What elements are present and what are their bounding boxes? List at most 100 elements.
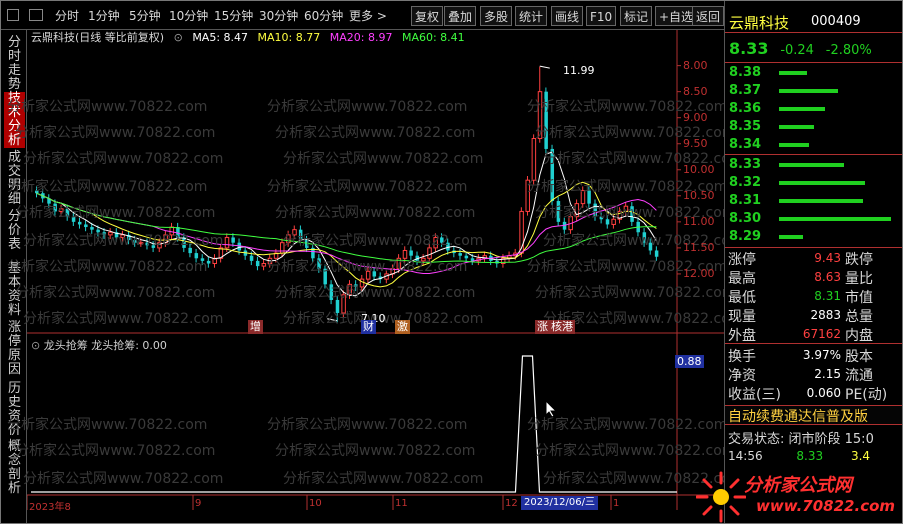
event-tag[interactable]: 财 [361,320,376,334]
toolbar-button-6[interactable]: 标记 [620,6,653,26]
watermark-text: 分析家公式网www.70822.com [23,233,224,249]
toolbar-button-1[interactable]: 叠加 [444,6,477,26]
watermark-text: 分析家公式网www.70822.com [7,99,208,115]
y-tick-label: 10.00 [683,162,715,176]
x-date-label: 10 [309,498,322,509]
book-price: 8.29 [729,229,762,244]
book-volume-bar [779,181,865,185]
watermark-text: 分析家公式网www.70822.com [267,259,468,275]
order-book-row[interactable]: 8.31 [729,193,899,210]
y-tick-label: 11.50 [683,240,715,254]
order-book-row[interactable]: 8.35 [729,119,899,136]
book-price: 8.32 [729,175,762,190]
watermark-text: 分析家公式网www.70822.com [23,311,224,327]
side-tab-0[interactable]: 分时走势 [4,36,25,92]
stat-label: 收益(三) [728,387,781,403]
period-tab-7[interactable]: 更多 > [349,6,387,26]
stat-value: 0.060 [806,386,841,400]
side-tab-5[interactable]: 涨停原因 [4,321,25,377]
quote-panel: 云鼎科技 000409 8.33 -0.24 -2.80% 8.38 8.37 8.… [724,1,902,523]
period-tab-2[interactable]: 5分钟 [129,6,161,26]
event-tag[interactable]: 增 [248,320,263,334]
event-tag[interactable]: 涨 [535,320,550,334]
stock-name: 云鼎科技 [729,14,790,32]
window-menu-icon[interactable] [7,9,19,21]
event-tag[interactable]: 激 [395,320,410,334]
watermark-text: 分析家公式网www.70822.com [267,99,468,115]
event-tag[interactable]: 核港 [549,320,575,334]
period-tab-0[interactable]: 分时 [55,6,79,26]
layout-toggle-icon[interactable] [29,9,43,21]
watermark-text: 分析家公式网www.70822.com [275,205,476,221]
book-volume-bar [779,125,814,129]
candle-body [237,242,242,251]
toolbar-button-8[interactable]: 返回 [692,6,725,26]
legend-icon[interactable]: ⊙ [174,31,183,44]
candle-body [77,221,82,225]
toolbar-button-7[interactable]: +自选 [655,6,698,26]
stock-title: 云鼎科技(日线 等比前复权) [31,31,165,44]
order-book-row[interactable]: 8.29 [729,229,899,246]
last-tick: 14:56 8.33 3.4 [728,449,870,463]
chart-legend: 云鼎科技(日线 等比前复权) ⊙ MA5: 8.47 MA10: 8.77 MA… [31,31,471,45]
watermark-text: 分析家公式网www.70822.com [15,205,216,221]
candle-body [231,237,235,243]
stat-value: 8.31 [814,289,841,303]
candle-body [261,263,267,267]
order-book-row[interactable]: 8.30 [729,211,899,228]
stock-code: 000409 [811,14,861,29]
stat-label-2: 市值 [845,290,873,306]
book-volume-bar [779,89,838,93]
indicator-icon[interactable]: ⊙ [31,339,44,352]
candle-body [224,236,230,249]
book-price: 8.35 [729,119,762,134]
watermark-text: 分析家公式网www.70822.com [283,151,484,167]
stat-label-2: 跌停 [845,252,873,268]
period-tab-1[interactable]: 1分钟 [88,6,120,26]
stat-label-2: 内盘 [845,328,873,344]
candle-body [84,224,88,228]
toolbar-button-3[interactable]: 统计 [515,6,548,26]
stat-value: 2883 [810,308,841,322]
period-tab-3[interactable]: 10分钟 [169,6,208,26]
toolbar-button-0[interactable]: 复权 [411,6,444,26]
site-logo: 分析家公式网 www.70822.com [696,467,902,523]
order-book-row[interactable]: 8.38 [729,65,899,82]
x-date-label: 1 [613,498,620,509]
high-price-label: 11.99 [563,64,595,77]
stat-label: 最高 [728,271,756,287]
y-tick-label: 8.00 [683,58,708,72]
watermark-text: 分析家公式网www.70822.com [15,125,216,141]
ma5-label: MA5: 8.47 [192,31,249,44]
toolbar-button-4[interactable]: 画线 [551,6,584,26]
period-tab-6[interactable]: 60分钟 [304,6,343,26]
y-tick-label: 11.00 [683,214,715,228]
period-tab-5[interactable]: 30分钟 [259,6,298,26]
price-row: 8.33 -0.24 -2.80% [729,39,880,58]
stat-label-2: 量比 [845,271,873,287]
period-tab-4[interactable]: 15分钟 [214,6,253,26]
tick-vol: 3.4 [850,449,871,463]
candle-body [255,260,260,267]
ma10-label: MA10: 8.77 [257,31,321,44]
promo-banner[interactable]: 自动续费通达信普及版 [725,405,902,425]
order-book-row[interactable]: 8.37 [729,83,899,100]
toolbar-button-5[interactable]: F10 [586,6,617,26]
stat-label: 净资 [728,368,756,384]
stat-label: 外盘 [728,328,756,344]
order-book-row[interactable]: 8.36 [729,101,899,118]
order-book-row[interactable]: 8.33 [729,157,899,174]
book-price: 8.33 [729,157,762,172]
x-date-label: 11 [395,498,408,509]
y-tick-label: 9.00 [683,110,708,124]
watermark-text: 分析家公式网www.70822.com [283,471,484,487]
book-price: 8.37 [729,83,762,98]
logo-text: 分析家公式网 [744,475,852,496]
watermark-text: 分析家公式网www.70822.com [275,443,476,459]
ma20-label: MA20: 8.97 [329,31,393,44]
toolbar-button-2[interactable]: 多股 [480,6,513,26]
stat-value: 2.15 [814,367,841,381]
order-book-row[interactable]: 8.32 [729,175,899,192]
order-book-row[interactable]: 8.34 [729,137,899,154]
x-date-label: 2023年8 [29,502,71,513]
